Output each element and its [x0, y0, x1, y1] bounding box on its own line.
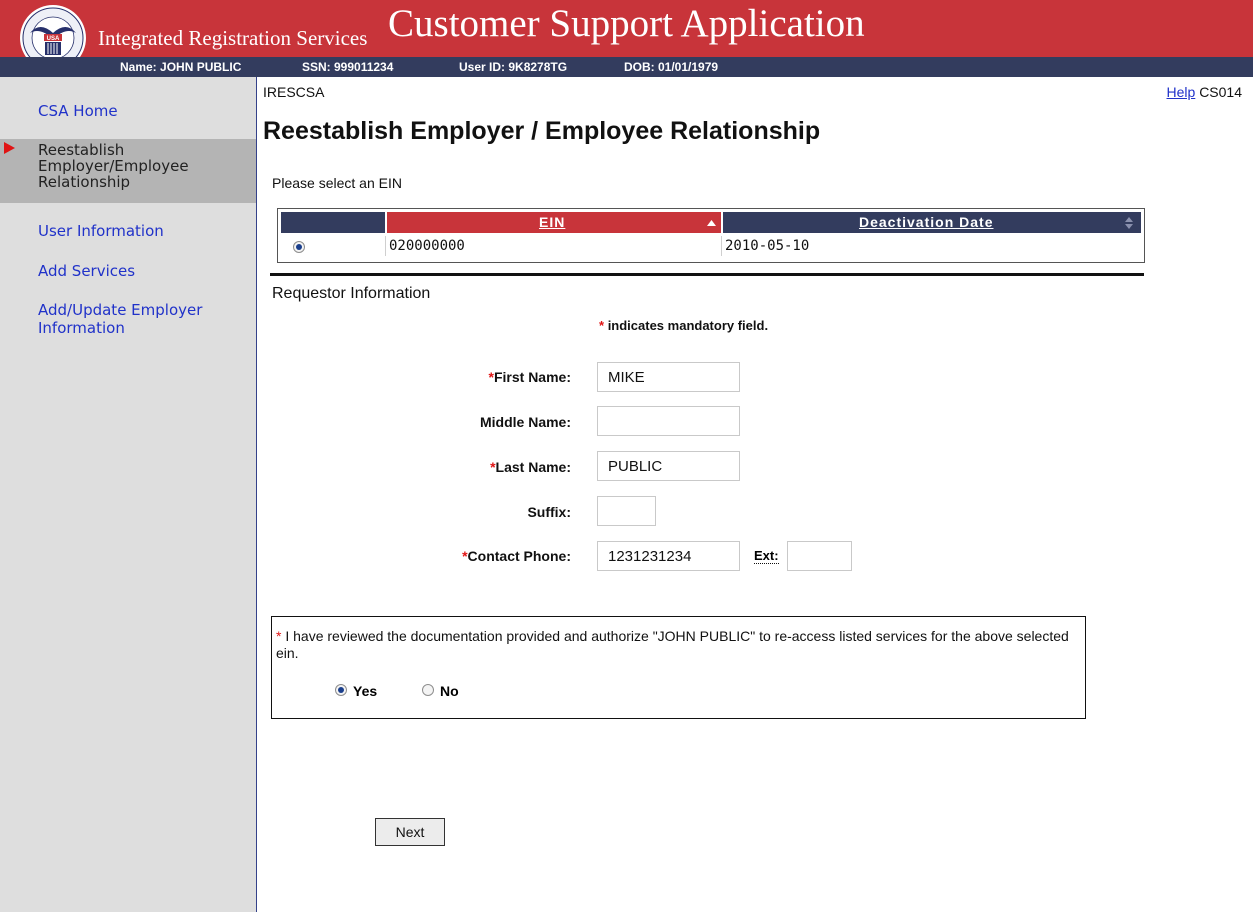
sidebar-item-user-information[interactable]: User Information — [38, 222, 164, 240]
user-info-bar: Name: JOHN PUBLIC SSN: 999011234 User ID… — [0, 57, 1253, 77]
ein-header-label: EIN — [539, 214, 566, 230]
user-id: User ID: 9K8278TG — [459, 60, 568, 74]
authorization-box: * I have reviewed the documentation prov… — [271, 616, 1086, 719]
svg-text:USA: USA — [47, 36, 60, 42]
section-divider — [270, 273, 1144, 276]
ext-label: Ext: — [754, 548, 779, 564]
app-title: Customer Support Application — [388, 2, 865, 45]
middle-name-label: Middle Name: — [479, 414, 571, 430]
required-asterisk: * — [599, 318, 605, 333]
deactivation-date-header-label: Deactivation Date — [859, 214, 994, 230]
contact-phone-label: *Contact Phone: — [462, 548, 571, 564]
header-subtitle: Integrated Registration Services — [98, 26, 368, 50]
select-column-header — [281, 212, 385, 233]
help-area: Help CS014 — [1167, 84, 1243, 100]
mandatory-note: * indicates mandatory field. — [599, 318, 768, 333]
user-name: Name: JOHN PUBLIC — [120, 60, 242, 74]
sort-ascending-icon — [707, 220, 716, 226]
last-name-label: *Last Name: — [490, 459, 571, 475]
authorization-text: * I have reviewed the documentation prov… — [276, 628, 1069, 661]
user-ssn: SSN: 999011234 — [302, 60, 394, 74]
deactivation-date-column-header[interactable]: Deactivation Date — [723, 212, 1141, 233]
sort-toggle-icon — [1125, 217, 1133, 229]
table-row-select-cell — [281, 236, 386, 256]
mandatory-note-text: indicates mandatory field. — [607, 318, 769, 333]
suffix-field[interactable] — [597, 496, 656, 526]
requestor-information-heading: Requestor Information — [272, 285, 431, 302]
app-code: IRESCSA — [263, 84, 325, 100]
sidebar-item-add-update-employer[interactable]: Add/Update Employer Information — [38, 301, 238, 337]
sidebar-item-reestablish[interactable]: Reestablish Employer/Employee Relationsh… — [0, 139, 256, 203]
middle-name-field[interactable] — [597, 406, 740, 436]
ein-table: EIN Deactivation Date 020000000 2010-05-… — [277, 208, 1145, 263]
first-name-label: *First Name: — [488, 369, 571, 385]
sidebar-item-add-services[interactable]: Add Services — [38, 262, 135, 280]
next-button[interactable]: Next — [375, 818, 445, 846]
screen-id: CS014 — [1199, 84, 1242, 100]
help-link[interactable]: Help — [1167, 84, 1196, 100]
user-dob: DOB: 01/01/1979 — [624, 60, 719, 74]
select-ein-instruction: Please select an EIN — [272, 175, 402, 191]
authorize-no-radio[interactable] — [422, 684, 434, 696]
first-name-field[interactable]: MIKE — [597, 362, 740, 392]
sidebar-item-csa-home[interactable]: CSA Home — [38, 102, 118, 120]
table-cell-deactivation-date: 2010-05-10 — [723, 236, 1141, 256]
active-arrow-icon — [4, 142, 15, 154]
authorize-yes-radio[interactable] — [335, 684, 347, 696]
deactivation-date-value: 2010-05-10 — [725, 238, 810, 254]
ext-field[interactable] — [787, 541, 852, 571]
authorize-no-label[interactable]: No — [440, 683, 459, 699]
app-header: USA Integrated Registration Services Cus… — [0, 0, 1253, 71]
authorize-yes-label[interactable]: Yes — [353, 683, 377, 699]
contact-phone-field[interactable]: 1231231234 — [597, 541, 740, 571]
page-title: Reestablish Employer / Employee Relation… — [263, 117, 821, 145]
last-name-field[interactable]: PUBLIC — [597, 451, 740, 481]
sidebar-nav: CSA Home Reestablish Employer/Employee R… — [0, 77, 257, 912]
ein-column-header[interactable]: EIN — [387, 212, 721, 233]
sidebar-item-label: Reestablish Employer/Employee Relationsh… — [38, 141, 189, 191]
table-cell-ein: 020000000 — [387, 236, 722, 256]
ein-row-radio[interactable] — [293, 241, 305, 253]
ein-value: 020000000 — [389, 238, 465, 254]
suffix-label: Suffix: — [527, 504, 571, 520]
